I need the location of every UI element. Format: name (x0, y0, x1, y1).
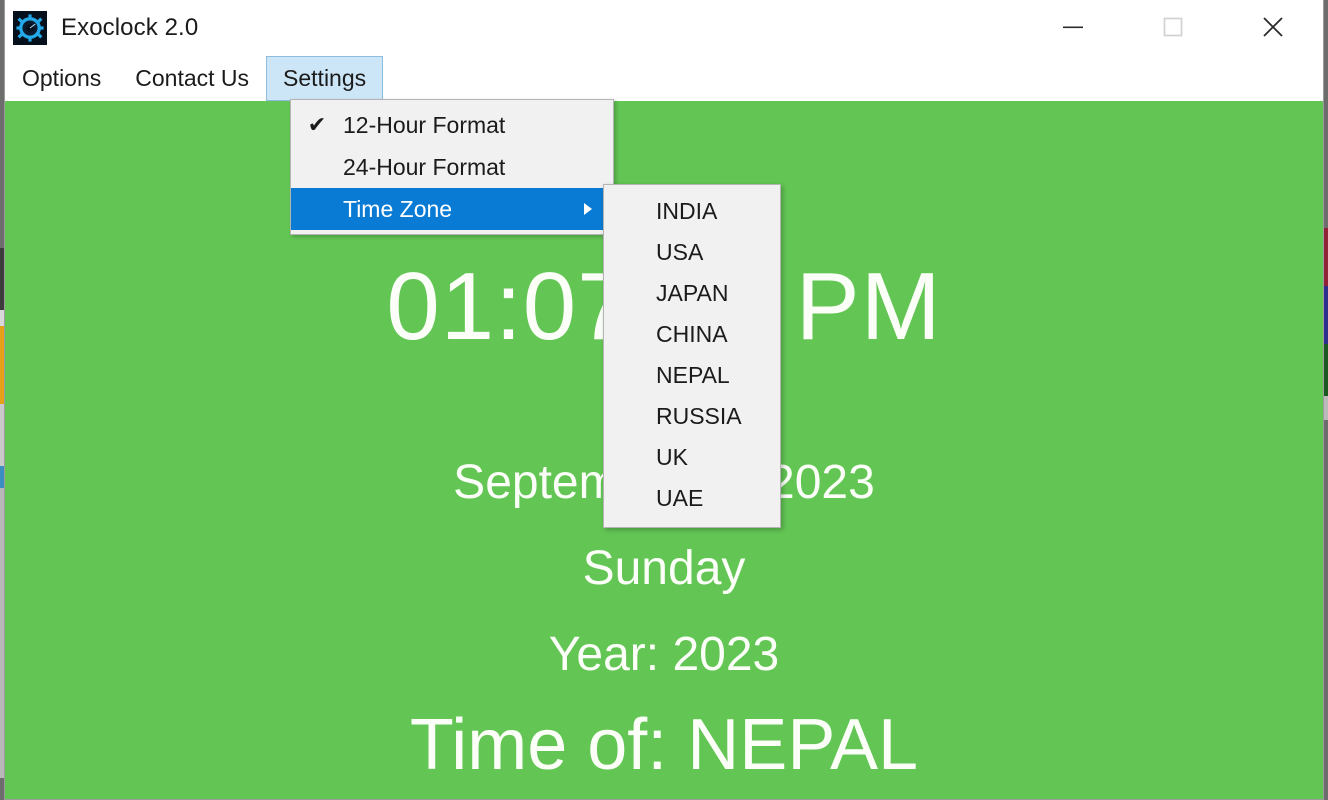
timezone-item-nepal[interactable]: NEPAL (604, 355, 780, 396)
timezone-item-india[interactable]: INDIA (604, 191, 780, 232)
menu-bar: Options Contact Us Settings (5, 56, 1323, 101)
timezone-item-russia[interactable]: RUSSIA (604, 396, 780, 437)
chevron-right-icon (581, 201, 595, 217)
minimize-icon (1060, 20, 1086, 37)
clock-weekday: Sunday (582, 542, 746, 595)
menu-option-label: 12-Hour Format (343, 111, 506, 138)
menu-item-settings[interactable]: Settings (266, 56, 384, 101)
maximize-icon (1160, 14, 1186, 43)
timezone-item-usa[interactable]: USA (604, 232, 780, 273)
title-bar[interactable]: Exoclock 2.0 (5, 0, 1323, 56)
maximize-button[interactable] (1123, 0, 1223, 56)
timezone-item-china[interactable]: CHINA (604, 314, 780, 355)
close-icon (1259, 13, 1287, 44)
minimize-button[interactable] (1023, 0, 1123, 56)
menu-option-label: Time Zone (343, 195, 453, 222)
menu-option-12-hour-format[interactable]: ✔ 12-Hour Format (291, 104, 613, 146)
menu-item-options[interactable]: Options (5, 56, 118, 101)
menu-option-time-zone[interactable]: Time Zone (291, 188, 613, 230)
menu-option-24-hour-format[interactable]: 24-Hour Format (291, 146, 613, 188)
timezone-item-uae[interactable]: UAE (604, 478, 780, 519)
menu-option-label: 24-Hour Format (343, 153, 506, 180)
menu-item-contact-us[interactable]: Contact Us (118, 56, 266, 101)
timezone-submenu: INDIA USA JAPAN CHINA NEPAL RUSSIA UK UA… (603, 184, 781, 528)
timezone-item-japan[interactable]: JAPAN (604, 273, 780, 314)
clock-year: Year: 2023 (548, 628, 780, 681)
settings-dropdown-menu: ✔ 12-Hour Format 24-Hour Format Time Zon… (290, 99, 614, 235)
checkmark-icon: ✔ (307, 112, 327, 137)
application-window: Exoclock 2.0 Options Contact Us Settings… (4, 0, 1324, 800)
window-controls (1023, 0, 1323, 56)
timezone-item-uk[interactable]: UK (604, 437, 780, 478)
close-button[interactable] (1223, 0, 1323, 56)
gear-icon (13, 11, 47, 45)
clock-timezone-label: Time of: NEPAL (409, 705, 919, 785)
window-title: Exoclock 2.0 (61, 14, 199, 41)
